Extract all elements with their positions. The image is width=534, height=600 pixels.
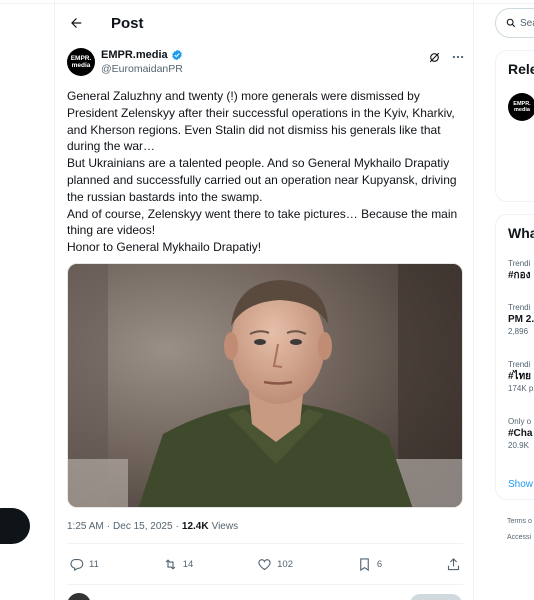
tweet-paragraph: General Zaluzhny and twenty (!) more gen… <box>67 89 455 154</box>
post-header: Post <box>55 6 473 40</box>
portrait-photo <box>68 264 462 507</box>
meta-separator: · <box>106 521 111 532</box>
trend-item[interactable]: Trendi PM 2. 2,896 <box>508 303 534 337</box>
show-more-link[interactable]: Show <box>508 479 533 490</box>
author-block: EMPR. media EMPR.media @EuromaidanPR <box>67 48 465 80</box>
grok-icon[interactable] <box>428 51 441 64</box>
search-placeholder: Sea <box>520 17 534 29</box>
avatar[interactable]: EMPR. media <box>67 48 95 76</box>
trend-label: Trendi <box>508 303 531 312</box>
verified-badge-icon <box>171 49 182 61</box>
bookmark-icon <box>360 557 369 571</box>
avatar[interactable]: EMPR. media <box>508 93 534 121</box>
tweet-image[interactable] <box>67 263 463 508</box>
repost-button[interactable]: 14 <box>163 557 194 572</box>
author-names: EMPR.media @EuromaidanPR <box>101 48 183 76</box>
tweet-paragraph: Honor to General Mykhailo Drapatiy! <box>67 240 262 255</box>
trend-name: #กอง <box>508 270 531 281</box>
trend-item[interactable]: Trendi #กอง <box>508 259 531 283</box>
action-bar: 11 14 102 6 <box>69 554 461 574</box>
trend-label: Only o <box>508 417 532 426</box>
trend-name: PM 2. <box>508 314 534 325</box>
terms-link[interactable]: Terms o <box>507 518 532 525</box>
tweet-meta: 1:25 AM · Dec 15, 2025 · 12.4K Views <box>67 521 238 532</box>
like-button[interactable]: 102 <box>257 557 293 572</box>
tweet-time[interactable]: 1:25 AM <box>67 521 104 532</box>
tweet-paragraph: But Ukrainians are a talented people. An… <box>67 156 457 204</box>
trend-label: Trendi <box>508 259 531 268</box>
card-title: Rele <box>508 61 534 77</box>
reply-count: 11 <box>89 558 99 570</box>
divider <box>67 584 463 585</box>
avatar-text: EMPR. <box>70 55 92 62</box>
share-button[interactable] <box>446 557 461 572</box>
relevant-people-card: Rele EMPR. media <box>495 50 534 202</box>
author-handle[interactable]: @EuromaidanPR <box>101 62 183 76</box>
tweet-text: General Zaluzhny and twenty (!) more gen… <box>67 88 467 256</box>
heart-icon <box>258 558 271 570</box>
trend-item[interactable]: Trendi #ไทย 174K p <box>508 360 533 394</box>
repost-count: 14 <box>182 558 194 570</box>
back-button[interactable] <box>59 6 93 40</box>
bookmark-count: 6 <box>376 558 383 570</box>
trend-item[interactable]: Only o #Cha 20.9K <box>508 417 532 451</box>
tweet-date[interactable]: Dec 15, 2025 <box>113 521 173 532</box>
arrow-left-icon <box>71 18 82 28</box>
reply-submit-button[interactable] <box>410 594 462 600</box>
trend-count: 174K p <box>508 384 534 393</box>
floating-post-button[interactable] <box>0 508 30 544</box>
share-icon <box>447 557 460 570</box>
main-column: Post EMPR. media EMPR.media @EuromaidanP… <box>54 0 474 600</box>
whats-happening-card: Wha Trendi #กอง Trendi PM 2. 2,896 Trend… <box>495 214 534 500</box>
avatar-text: media <box>71 62 91 69</box>
author-actions <box>428 50 465 64</box>
trend-count: 20.9K <box>508 441 529 450</box>
views-label: Views <box>211 521 239 532</box>
search-box[interactable]: Sea <box>495 8 534 38</box>
more-options-icon[interactable] <box>451 50 465 64</box>
page-title: Post <box>111 14 144 32</box>
avatar-text: media <box>514 107 530 113</box>
trend-name: #Cha <box>508 428 533 439</box>
like-count: 102 <box>277 558 293 570</box>
card-title: Wha <box>508 225 534 241</box>
accessibility-link[interactable]: Accessi <box>507 534 531 541</box>
tweet-paragraph: And of course, Zelenskyy went there to t… <box>67 206 458 238</box>
author-display-name[interactable]: EMPR.media <box>101 48 168 62</box>
reply-icon <box>70 558 84 571</box>
meta-separator: · <box>175 521 179 532</box>
search-icon <box>506 18 516 28</box>
reply-button[interactable]: 11 <box>69 557 99 572</box>
views-count: 12.4K <box>181 521 209 532</box>
trend-name: #ไทย <box>508 371 532 382</box>
repost-icon <box>165 558 175 570</box>
avatar[interactable] <box>67 593 91 600</box>
divider <box>67 543 463 544</box>
bookmark-button[interactable]: 6 <box>357 557 382 572</box>
trend-label: Trendi <box>508 360 531 369</box>
trend-count: 2,896 <box>508 327 529 336</box>
